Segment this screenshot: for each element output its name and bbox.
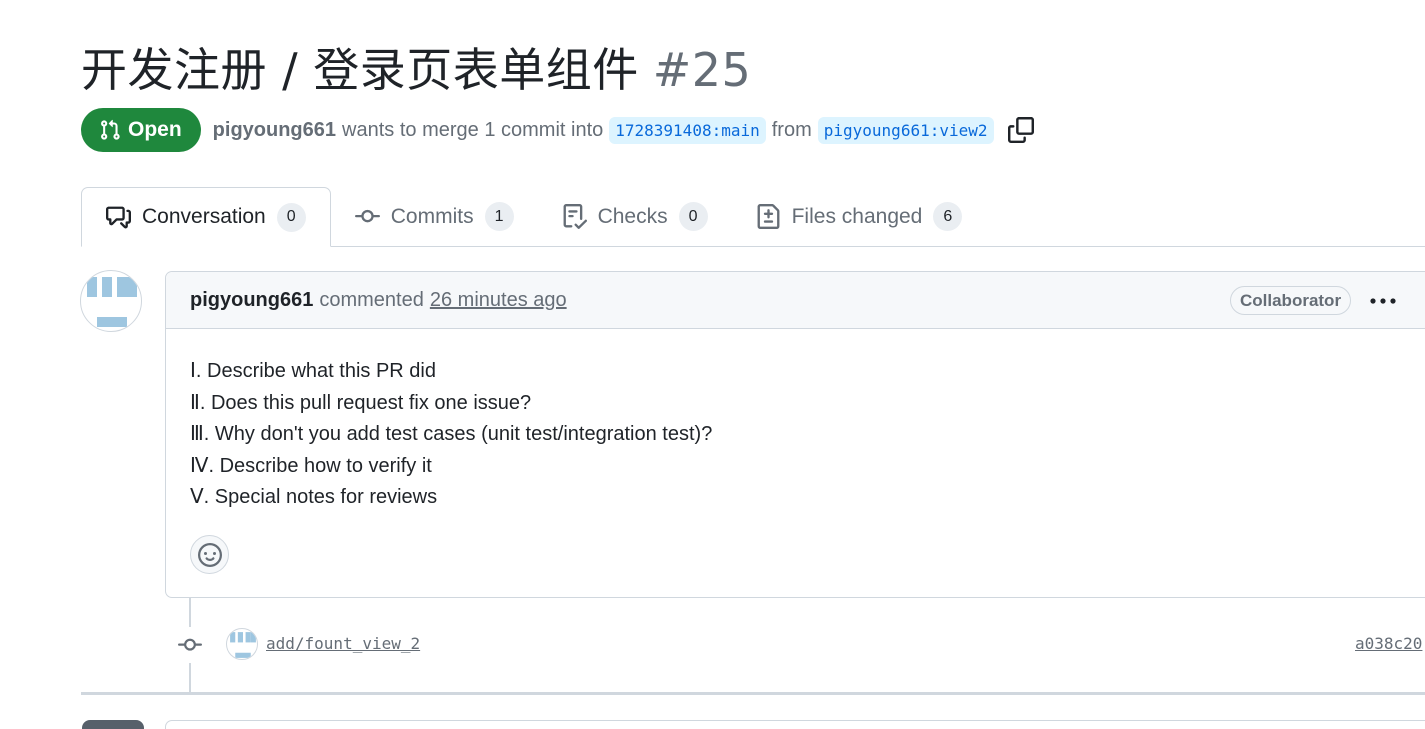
list-item: Ⅰ. Describe what this PR did [190, 360, 436, 382]
list-item: Ⅲ. Why don't you add test cases (unit te… [190, 423, 713, 445]
pr-meta: Open pigyoung661 wants to merge 1 commit… [81, 108, 1034, 152]
add-reaction-button[interactable] [190, 535, 229, 574]
comment-header: pigyoung661 commented 26 minutes ago Col… [166, 272, 1425, 329]
tab-checks[interactable]: Checks 0 [538, 187, 732, 246]
tab-files-changed[interactable]: Files changed 6 [732, 187, 987, 246]
comment-author-link[interactable]: pigyoung661 [190, 289, 313, 312]
avatar[interactable] [80, 270, 142, 332]
file-diff-icon [757, 204, 780, 229]
comment-discussion-icon [106, 206, 131, 228]
list-item: Ⅳ. Describe how to verify it [190, 454, 432, 477]
pr-author-link[interactable]: pigyoung661 [213, 119, 336, 142]
list-item: Ⅱ. Does this pull request fix one issue? [190, 391, 532, 414]
pr-number: #25 [652, 43, 752, 97]
pr-title-text: 开发注册 / 登录页表单组件 [81, 43, 639, 97]
commit-node [172, 627, 208, 663]
tab-commits-count: 1 [484, 202, 514, 231]
tab-conversation-label: Conversation [142, 205, 266, 228]
base-branch[interactable]: 1728391408:main [609, 116, 766, 144]
next-comment-box [165, 720, 1425, 729]
git-commit-icon [354, 209, 380, 223]
comment-timestamp[interactable]: 26 minutes ago [430, 289, 567, 312]
smiley-icon [197, 542, 222, 567]
timeline-divider [81, 692, 1425, 695]
role-badge: Collaborator [1230, 286, 1352, 315]
pull-request-page: 开发注册 / 登录页表单组件 #25 Open pigyoung661 wants… [0, 0, 1425, 729]
tab-files-changed-label: Files changed [791, 204, 923, 228]
tab-checks-count: 0 [678, 202, 708, 231]
identicon-icon [87, 277, 137, 327]
kebab-horizontal-icon[interactable] [1368, 289, 1398, 313]
pr-tabs: Conversation 0 Commits 1 Checks 0 Files … [81, 187, 1425, 247]
next-comment-avatar [82, 720, 144, 729]
merge-description: pigyoung661 wants to merge 1 commit into… [213, 116, 1034, 144]
pr-description-comment: pigyoung661 commented 26 minutes ago Col… [165, 271, 1425, 598]
identicon-icon [230, 632, 256, 658]
tab-checks-label: Checks [597, 204, 668, 228]
commit-message-link[interactable]: add/fount_view_2 [266, 634, 420, 653]
list-item: Ⅴ. Special notes for reviews [190, 486, 438, 508]
pr-state-label: Open [128, 118, 182, 141]
tab-conversation[interactable]: Conversation 0 [81, 187, 331, 247]
comment-body: Ⅰ. Describe what this PR did Ⅱ. Does thi… [166, 329, 1425, 514]
git-commit-icon [178, 638, 202, 651]
head-branch[interactable]: pigyoung661:view2 [817, 116, 994, 144]
tab-conversation-count: 0 [276, 202, 306, 232]
tab-files-changed-count: 6 [933, 202, 963, 231]
from-text: from [771, 118, 812, 141]
pr-title: 开发注册 / 登录页表单组件 #25 [81, 40, 751, 100]
commit-sha-link[interactable]: a038c20 [1355, 634, 1422, 653]
git-pull-request-icon [101, 119, 120, 140]
comment-action: commented [319, 288, 424, 311]
commit-author-avatar[interactable] [226, 628, 258, 660]
tab-commits-label: Commits [390, 204, 474, 228]
copy-icon[interactable] [1007, 117, 1034, 143]
checklist-icon [563, 204, 587, 229]
pr-state-badge: Open [81, 108, 201, 152]
merge-text: wants to merge 1 commit into [342, 118, 604, 141]
tab-commits[interactable]: Commits 1 [331, 187, 538, 246]
